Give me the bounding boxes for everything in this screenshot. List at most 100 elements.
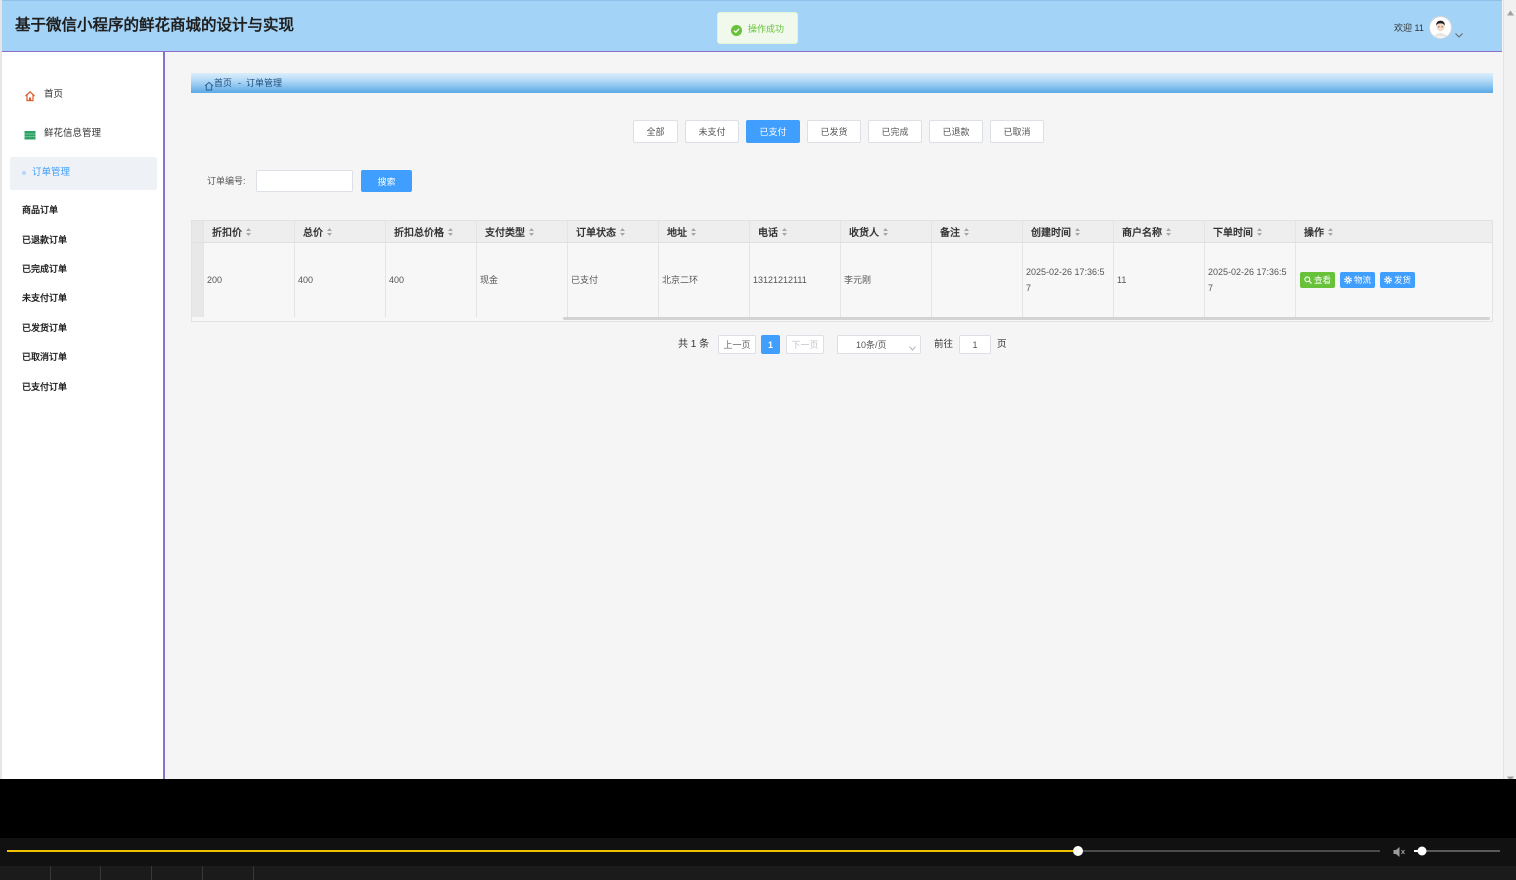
avatar-icon[interactable] (1429, 16, 1452, 39)
volume-knob[interactable] (1417, 846, 1427, 856)
cell-discount-price: 200 (204, 243, 295, 317)
sort-icon[interactable] (448, 227, 453, 236)
chevron-down-icon (909, 343, 916, 351)
prev-page-button[interactable]: 上一页 (718, 335, 756, 354)
sort-icon[interactable] (782, 227, 787, 236)
column-header-pay-type[interactable]: 支付类型 (477, 221, 568, 242)
pagination-total: 共 1 条 (678, 339, 710, 350)
column-header-total-price[interactable]: 总价 (295, 221, 386, 242)
column-header-label: 地址 (667, 228, 687, 239)
sidebar-item-flower-info[interactable]: 鲜花信息管理 (2, 124, 163, 144)
column-header-receiver[interactable]: 收货人 (841, 221, 932, 242)
sidebar-item-home[interactable]: 首页 (2, 85, 163, 105)
orders-table: 折扣价 总价 折扣总价格 支付类型 订单状态 地址 电话 收货人 备注 创建时间… (191, 220, 1493, 322)
volume-icon[interactable] (1392, 845, 1406, 859)
search-button[interactable]: 搜索 (361, 170, 412, 192)
tab-paid[interactable]: 已支付 (746, 120, 800, 143)
tab-unpaid[interactable]: 未支付 (685, 120, 739, 143)
cell-selector (192, 243, 204, 317)
submenu-item-shipped-orders[interactable]: 已发货订单 (22, 313, 162, 342)
thumbnail-slot[interactable] (0, 866, 51, 880)
sort-icon[interactable] (246, 227, 251, 236)
view-button[interactable]: 查看 (1300, 272, 1336, 288)
scrollbar-thumb[interactable] (563, 317, 1490, 320)
cell-created-at: 2025-02-26 17:36:57 (1023, 243, 1114, 317)
sort-icon[interactable] (883, 227, 888, 236)
column-header-actions[interactable]: 操作 (1296, 221, 1492, 242)
scroll-down-icon[interactable] (1507, 769, 1514, 779)
logistics-button[interactable]: 物流 (1340, 272, 1376, 288)
goto-page-input[interactable] (959, 335, 991, 354)
logistics-button-label: 物流 (1354, 275, 1372, 285)
ship-button-label: 发货 (1394, 275, 1412, 285)
column-header-created-at[interactable]: 创建时间 (1023, 221, 1114, 242)
submenu-item-paid-orders[interactable]: 已支付订单 (22, 371, 162, 400)
success-toast: 操作成功 (717, 12, 798, 44)
chevron-down-icon[interactable] (1455, 25, 1463, 38)
submenu-item-cancelled-orders[interactable]: 已取消订单 (22, 342, 162, 371)
column-header-address[interactable]: 地址 (659, 221, 750, 242)
next-page-button[interactable]: 下一页 (786, 335, 824, 354)
sort-icon[interactable] (1166, 227, 1171, 236)
thumbnail-slot[interactable] (152, 866, 203, 880)
volume-slider[interactable] (1414, 846, 1500, 856)
column-header-label: 订单状态 (576, 228, 616, 239)
table-horizontal-scrollbar[interactable] (192, 316, 1492, 321)
tab-completed[interactable]: 已完成 (868, 120, 922, 143)
column-header-order-status[interactable]: 订单状态 (568, 221, 659, 242)
flower-info-icon (24, 128, 36, 140)
submenu-item-refunded-orders[interactable]: 已退款订单 (22, 224, 162, 253)
sort-icon[interactable] (1075, 227, 1080, 236)
tab-refunded[interactable]: 已退款 (929, 120, 983, 143)
home-icon (24, 89, 36, 102)
tab-cancelled[interactable]: 已取消 (990, 120, 1044, 143)
column-header-label: 收货人 (849, 228, 879, 239)
goto-label: 前往 (934, 339, 954, 350)
sidebar-item-orders[interactable]: 订单管理 (10, 157, 157, 190)
thumbnail-slot[interactable] (50, 866, 101, 880)
sort-icon[interactable] (691, 227, 696, 236)
sort-icon[interactable] (620, 227, 625, 236)
column-header-note[interactable]: 备注 (932, 221, 1023, 242)
thumbnail-slot[interactable] (203, 866, 254, 880)
column-header-label: 商户名称 (1122, 228, 1162, 239)
column-header-label: 下单时间 (1213, 228, 1253, 239)
thumbnail-slot[interactable] (101, 866, 152, 880)
sort-icon[interactable] (529, 227, 534, 236)
column-header-merchant[interactable]: 商户名称 (1114, 221, 1205, 242)
column-header-ordered-at[interactable]: 下单时间 (1205, 221, 1296, 242)
page-number-current[interactable]: 1 (761, 335, 780, 354)
sort-icon[interactable] (1328, 227, 1333, 236)
order-number-input[interactable] (256, 170, 353, 192)
progress-knob[interactable] (1072, 846, 1083, 856)
sidebar: 首页 鲜花信息管理 订单管理 商品订单 已退款订单 已完成订单 未支付订单 已发… (2, 52, 165, 779)
column-header-discount-price[interactable]: 折扣价 (204, 221, 295, 242)
sort-icon[interactable] (964, 227, 969, 236)
home-icon[interactable] (204, 78, 214, 91)
scroll-up-icon[interactable] (1507, 3, 1514, 16)
tab-all[interactable]: 全部 (633, 120, 678, 143)
cell-phone: 13121212111 (750, 243, 841, 317)
order-number-label: 订单编号: (207, 176, 246, 186)
thumbnail-strip (0, 866, 1516, 880)
sort-icon[interactable] (327, 227, 332, 236)
cell-pay-type: 现金 (477, 243, 568, 317)
status-tabs: 全部 未支付 已支付 已发货 已完成 已退款 已取消 (633, 120, 1044, 143)
page-size-select[interactable]: 10条/页 (837, 335, 921, 354)
page-unit-label: 页 (997, 339, 1007, 350)
submenu-item-unpaid-orders[interactable]: 未支付订单 (22, 283, 162, 312)
vertical-scrollbar[interactable] (1503, 0, 1516, 779)
column-header-phone[interactable]: 电话 (750, 221, 841, 242)
column-header-discount-total[interactable]: 折扣总价格 (386, 221, 477, 242)
toast-message: 操作成功 (748, 23, 785, 34)
sort-icon[interactable] (1257, 227, 1262, 236)
submenu-item-completed-orders[interactable]: 已完成订单 (22, 254, 162, 283)
tab-shipped[interactable]: 已发货 (807, 120, 861, 143)
cell-ordered-at: 2025-02-26 17:36:57 (1205, 243, 1296, 317)
gear-icon (1344, 276, 1352, 284)
progress-slider[interactable] (7, 846, 1380, 856)
ship-button[interactable]: 发货 (1380, 272, 1416, 288)
video-player-bar (0, 779, 1516, 880)
breadcrumb-home[interactable]: 首页 (214, 77, 232, 89)
submenu-item-goods-orders[interactable]: 商品订单 (22, 195, 162, 224)
